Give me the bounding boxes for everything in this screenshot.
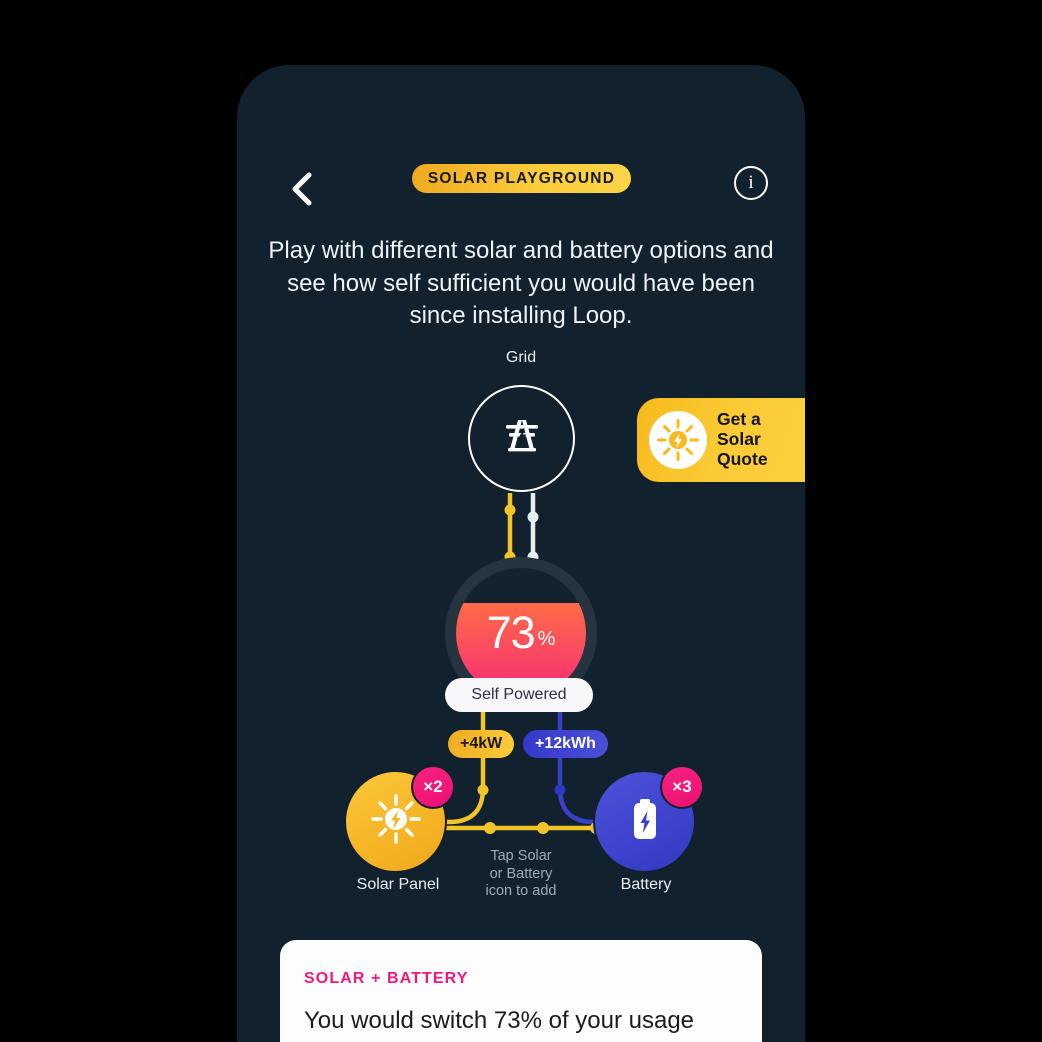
dial-value: 73 (486, 607, 536, 658)
summary-card-kicker: SOLAR + BATTERY (304, 970, 469, 987)
hint-line-2: or Battery (489, 865, 553, 882)
solar-count-badge[interactable]: ×2 (411, 765, 455, 809)
quote-line-2: Solar (717, 429, 761, 450)
quote-line-3: Quote (717, 448, 768, 469)
quote-line-1: Get a (717, 409, 761, 430)
battery-value-pill[interactable]: +12kWh (523, 730, 608, 758)
self-powered-label: Self Powered (445, 678, 593, 712)
connector-lines (405, 493, 637, 834)
grid-node[interactable] (468, 385, 575, 492)
phone-frame: SOLAR PLAYGROUND i Play with different s… (237, 65, 805, 1042)
power-pylon-icon (499, 413, 545, 464)
dial-unit: % (537, 627, 556, 650)
hint-line-3: icon to add (485, 883, 557, 900)
hint-line-1: Tap Solar (490, 848, 552, 864)
app-screen: SOLAR PLAYGROUND i Play with different s… (0, 0, 1042, 1042)
summary-card-body: You would switch 73% of your usage (304, 1007, 695, 1034)
battery-count-badge[interactable]: ×3 (660, 765, 704, 809)
tap-hint: Tap Solar or Battery icon to add (421, 848, 621, 901)
sun-bolt-icon (369, 792, 423, 851)
summary-card[interactable]: SOLAR + BATTERY You would switch 73% of … (280, 940, 762, 1042)
energy-flow-diagram: Grid Get a Solar Quote 73 % Self Powered… (237, 65, 805, 945)
battery-count-text: ×3 (672, 777, 692, 796)
get-solar-quote-button[interactable]: Get a Solar Quote (637, 398, 805, 482)
solar-count-text: ×2 (423, 777, 443, 796)
battery-bolt-icon (620, 794, 670, 849)
sun-bolt-icon (649, 411, 707, 469)
solar-value-pill[interactable]: +4kW (448, 730, 515, 758)
solar-value-text: +4kW (460, 735, 503, 752)
battery-value-text: +12kWh (535, 735, 596, 752)
grid-label: Grid (505, 349, 537, 366)
self-powered-text: Self Powered (471, 686, 567, 703)
quote-badge-text: Get a Solar Quote (717, 409, 768, 470)
